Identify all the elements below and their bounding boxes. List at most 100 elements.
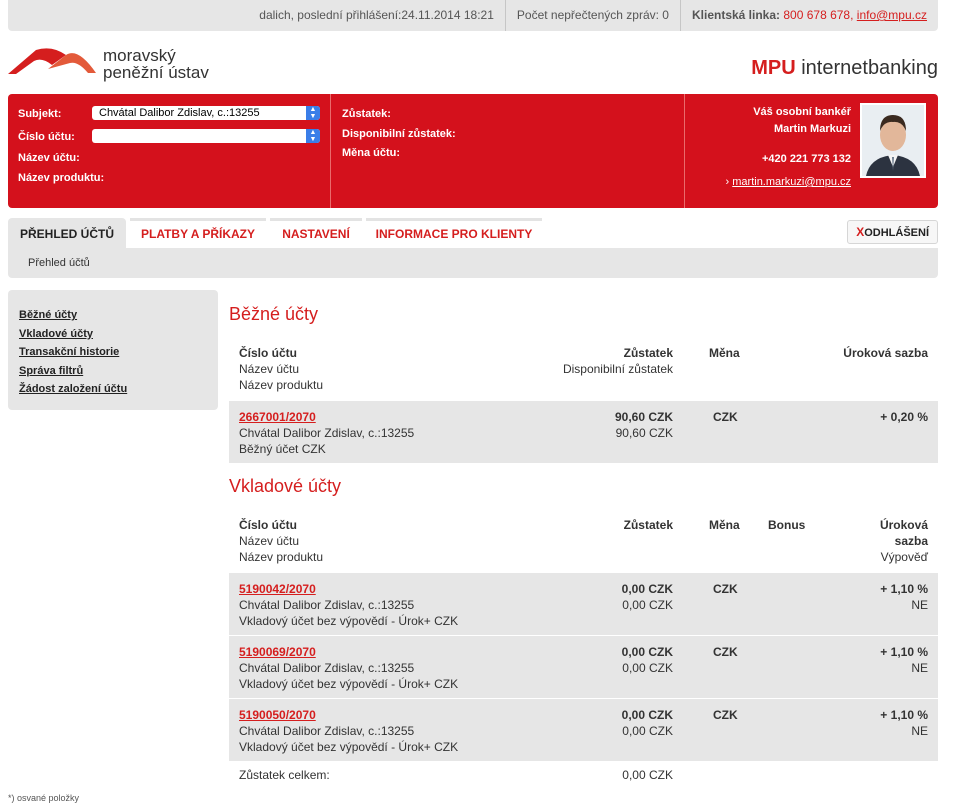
available-value: 0,00 CZK (622, 598, 673, 612)
tab-account-overview[interactable]: PŘEHLED ÚČTŮ (8, 218, 126, 248)
footnote: *) osvané položky (8, 793, 80, 803)
current-accounts-title: Běžné účty (229, 304, 319, 324)
last-login-text: dalich, poslední přihlášení:24.11.2014 1… (259, 8, 494, 22)
sidebar-item-transaction-history[interactable]: Transakční historie (19, 343, 218, 362)
notice-value: NE (911, 661, 928, 675)
sidebar-item-filter-management[interactable]: Správa filtrů (19, 362, 218, 381)
account-number-link[interactable]: 5190042/2070 (239, 582, 316, 596)
balance-value: 90,60 CZK (614, 410, 673, 424)
col-account-name: Název účtu (239, 534, 300, 548)
sidebar-item-current-accounts[interactable]: Běžné účty (19, 306, 218, 325)
brand-rest: internetbanking (795, 57, 938, 79)
col-account-number: Číslo účtu (239, 518, 298, 532)
sidebar: Běžné účty Vkladové účty Transakční hist… (8, 290, 218, 410)
col-balance: Zůstatek (623, 518, 673, 532)
bank-logo-icon (8, 48, 96, 74)
table-header: Číslo účtu Název účtu Název produktu Zůs… (229, 342, 938, 401)
table-row: 5190042/2070 Chvátal Dalibor Zdislav, c.… (229, 573, 938, 636)
total-row: Zůstatek celkem: 0,00 CZK (229, 762, 938, 789)
account-name: Chvátal Dalibor Zdislav, c.:13255 (239, 598, 415, 612)
select-arrows-icon: ▲ ▼ (306, 106, 320, 120)
banker-title: Váš osobní bankéř (753, 106, 851, 118)
logout-button[interactable]: XODHLÁŠENÍ (847, 220, 938, 244)
col-account-number: Číslo účtu (239, 346, 298, 360)
banker-photo (860, 103, 926, 178)
subject-select-value: Chvátal Dalibor Zdislav, c.:13255 (99, 107, 260, 119)
col-rate: Úroková (879, 518, 928, 532)
brand-bold: MPU (751, 57, 796, 79)
rate-value: + 0,20 % (880, 410, 928, 424)
account-number-select[interactable]: ▲ ▼ (92, 129, 320, 143)
table-row: 5190069/2070 Chvátal Dalibor Zdislav, c.… (229, 636, 938, 699)
hotline-label: Klientská linka: (691, 8, 781, 22)
available-value: 0,00 CZK (622, 724, 673, 738)
currency-value: CZK (713, 645, 738, 659)
tab-payments[interactable]: PLATBY A PŘÍKAZY (130, 218, 266, 248)
account-name: Chvátal Dalibor Zdislav, c.:13255 (239, 661, 415, 675)
total-label: Zůstatek celkem: (239, 768, 330, 782)
product-name: Vkladový účet bez výpovědí - Úrok+ CZK (239, 677, 459, 691)
tab-settings[interactable]: NASTAVENÍ (270, 218, 362, 248)
banker-email: › martin.markuzi@mpu.cz (726, 176, 851, 188)
arrow-right-icon: › (725, 176, 730, 188)
col-available: Disponibilní zůstatek (562, 362, 673, 376)
table-row: 2667001/2070 Chvátal Dalibor Zdislav, c.… (229, 401, 938, 464)
logout-label: ODHLÁŠENÍ (864, 227, 929, 239)
unread-messages-text: Počet nepřečtených zpráv: 0 (504, 0, 680, 31)
balance-value: 0,00 CZK (621, 582, 673, 596)
product-name: Běžný účet CZK (239, 442, 326, 456)
account-number-link[interactable]: 5190069/2070 (239, 645, 316, 659)
banker-portrait-icon (862, 105, 924, 176)
deposit-accounts-table: Číslo účtu Název účtu Název produktu Zůs… (229, 514, 938, 789)
banker-name: Martin Markuzi (773, 123, 851, 135)
hotline-phone: 800 678 678, (783, 8, 854, 22)
available-balance-label: Disponibilní zůstatek: (342, 128, 456, 140)
subject-label: Subjekt: (18, 108, 62, 120)
hotline: Klientská linka: 800 678 678, info@mpu.c… (679, 0, 938, 31)
currency-label: Měna účtu: (342, 147, 401, 159)
currency-value: CZK (713, 410, 738, 424)
col-account-name: Název účtu (239, 362, 300, 376)
logo-line-1: moravský (103, 46, 176, 65)
col-bonus: Bonus (768, 518, 806, 532)
main-tabs: PŘEHLED ÚČTŮ PLATBY A PŘÍKAZY NASTAVENÍ … (8, 218, 938, 248)
available-value: 0,00 CZK (622, 661, 673, 675)
hotline-email-link[interactable]: info@mpu.cz (857, 8, 927, 22)
col-currency: Měna (709, 346, 740, 360)
banker-phone: +420 221 773 132 (761, 153, 851, 165)
banker-email-link[interactable]: martin.markuzi@mpu.cz (732, 176, 851, 188)
product-name: Vkladový účet bez výpovědí - Úrok+ CZK (239, 740, 459, 754)
subject-select[interactable]: Chvátal Dalibor Zdislav, c.:13255 ▲ ▼ (92, 106, 320, 120)
sidebar-item-account-request[interactable]: Žádost založení účtu (19, 380, 218, 399)
current-accounts-table: Číslo účtu Název účtu Název produktu Zůs… (229, 342, 938, 464)
breadcrumb: Přehled účtů (8, 248, 938, 278)
col-product-name: Název produktu (239, 550, 324, 564)
rate-value: + 1,10 % (880, 582, 928, 596)
panel-divider (684, 94, 685, 208)
account-number-link[interactable]: 5190050/2070 (239, 708, 316, 722)
client-panel: Subjekt: Chvátal Dalibor Zdislav, c.:132… (8, 94, 938, 208)
deposit-accounts-title: Vkladové účty (229, 476, 342, 496)
currency-value: CZK (713, 582, 738, 596)
select-arrows-icon: ▲ ▼ (306, 129, 320, 143)
tab-client-info[interactable]: INFORMACE PRO KLIENTY (366, 218, 542, 248)
top-info-bar: dalich, poslední přihlášení:24.11.2014 1… (8, 0, 938, 31)
logo-line-2: peněžní ústav (103, 63, 209, 82)
rate-value: + 1,10 % (880, 645, 928, 659)
account-name: Chvátal Dalibor Zdislav, c.:13255 (239, 426, 415, 440)
balance-label: Zůstatek: (342, 108, 391, 120)
col-notice: Výpověď (880, 550, 928, 564)
currency-value: CZK (713, 708, 738, 722)
bank-logo[interactable]: moravský peněžní ústav (8, 47, 209, 81)
account-name: Chvátal Dalibor Zdislav, c.:13255 (239, 724, 415, 738)
account-number-link[interactable]: 2667001/2070 (239, 410, 316, 424)
total-value: 0,00 CZK (622, 768, 673, 782)
col-balance: Zůstatek (623, 346, 673, 360)
table-row: 5190050/2070 Chvátal Dalibor Zdislav, c.… (229, 699, 938, 762)
col-product-name: Název produktu (239, 378, 324, 392)
sidebar-item-deposit-accounts[interactable]: Vkladové účty (19, 325, 218, 344)
page-header: moravský peněžní ústav MPU internetbanki… (8, 31, 938, 94)
table-header: Číslo účtu Název účtu Název produktu Zůs… (229, 514, 938, 573)
col-currency: Měna (709, 518, 740, 532)
col-rate: Úroková sazba (843, 346, 928, 360)
